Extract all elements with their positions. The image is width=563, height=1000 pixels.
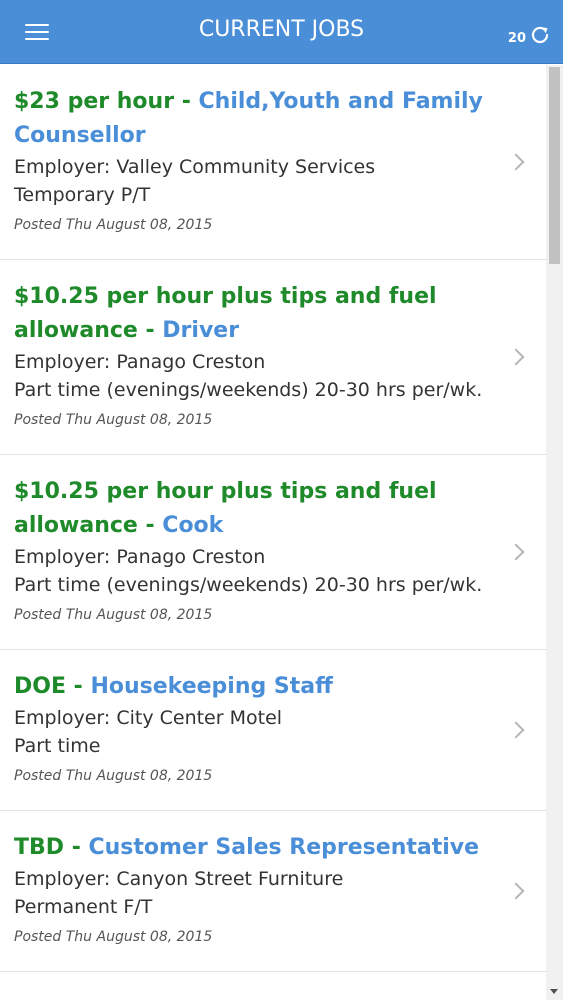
job-wage: TBD	[14, 835, 65, 860]
job-type: Part time (evenings/weekends) 20-30 hrs …	[14, 379, 483, 401]
job-list-item[interactable]: $23 per hour - Child,Youth and Family Co…	[0, 65, 546, 260]
chevron-right-icon	[510, 155, 524, 169]
job-heading: TBD - Customer Sales Representative	[14, 831, 486, 865]
job-separator: -	[64, 835, 89, 860]
job-employer: Employer: Panago Creston	[14, 351, 266, 373]
job-posted-date: Posted Thu August 08, 2015	[14, 929, 213, 945]
scrollbar[interactable]	[546, 65, 563, 1000]
job-list: $23 per hour - Child,Youth and Family Co…	[0, 65, 546, 1000]
job-posted-date: Posted Thu August 08, 2015	[14, 217, 213, 233]
job-wage: DOE	[14, 674, 66, 699]
job-heading: $10.25 per hour plus tips and fuel allow…	[14, 475, 486, 543]
job-list-item[interactable]: TBD - Customer Sales Representative Empl…	[0, 811, 546, 972]
job-heading: $23 per hour - Child,Youth and Family Co…	[14, 85, 486, 153]
chevron-right-icon	[510, 723, 524, 737]
job-posted-date: Posted Thu August 08, 2015	[14, 607, 213, 623]
job-employer: Employer: Panago Creston	[14, 546, 266, 568]
job-list-item[interactable]: DOE - Housekeeping Staff Employer: City …	[0, 650, 546, 811]
job-wage: $10.25 per hour plus tips and fuel allow…	[14, 479, 437, 538]
job-heading: DOE - Housekeeping Staff	[14, 670, 486, 704]
app-header: CURRENT JOBS 20	[0, 0, 563, 64]
job-type: Temporary P/T	[14, 184, 151, 206]
job-list-item[interactable]: $10.25 per hour plus tips and fuel allow…	[0, 260, 546, 455]
job-title: Cook	[162, 513, 224, 538]
job-heading: $10.25 per hour plus tips and fuel allow…	[14, 280, 486, 348]
job-separator: -	[174, 89, 199, 114]
job-employer: Employer: Canyon Street Furniture	[14, 868, 344, 890]
page-title: CURRENT JOBS	[198, 17, 365, 42]
job-title: Driver	[162, 318, 240, 343]
job-type: Part time	[14, 735, 101, 757]
chevron-right-icon	[510, 884, 524, 898]
job-posted-date: Posted Thu August 08, 2015	[14, 412, 213, 428]
job-employer: Employer: Valley Community Services	[14, 156, 376, 178]
job-list-item[interactable]: $10.25 per hour plus tips and fuel allow…	[0, 455, 546, 650]
job-type: Part time (evenings/weekends) 20-30 hrs …	[14, 574, 483, 596]
job-employer: Employer: City Center Motel	[14, 707, 283, 729]
refresh-icon	[531, 26, 549, 44]
chevron-right-icon	[510, 350, 524, 364]
refresh-button[interactable]: 20	[508, 22, 551, 48]
scrollbar-thumb[interactable]	[549, 67, 560, 264]
job-title: Customer Sales Representative	[88, 835, 480, 860]
job-separator: -	[66, 674, 91, 699]
job-separator: -	[137, 513, 163, 538]
refresh-count: 20	[507, 30, 526, 46]
job-title: Housekeeping Staff	[90, 674, 333, 699]
job-separator: -	[137, 318, 163, 343]
job-wage: $23 per hour	[14, 89, 175, 114]
job-type: Permanent F/T	[14, 896, 153, 918]
chevron-right-icon	[510, 545, 524, 559]
scroll-down-arrow-icon[interactable]	[550, 989, 558, 994]
job-posted-date: Posted Thu August 08, 2015	[14, 768, 213, 784]
